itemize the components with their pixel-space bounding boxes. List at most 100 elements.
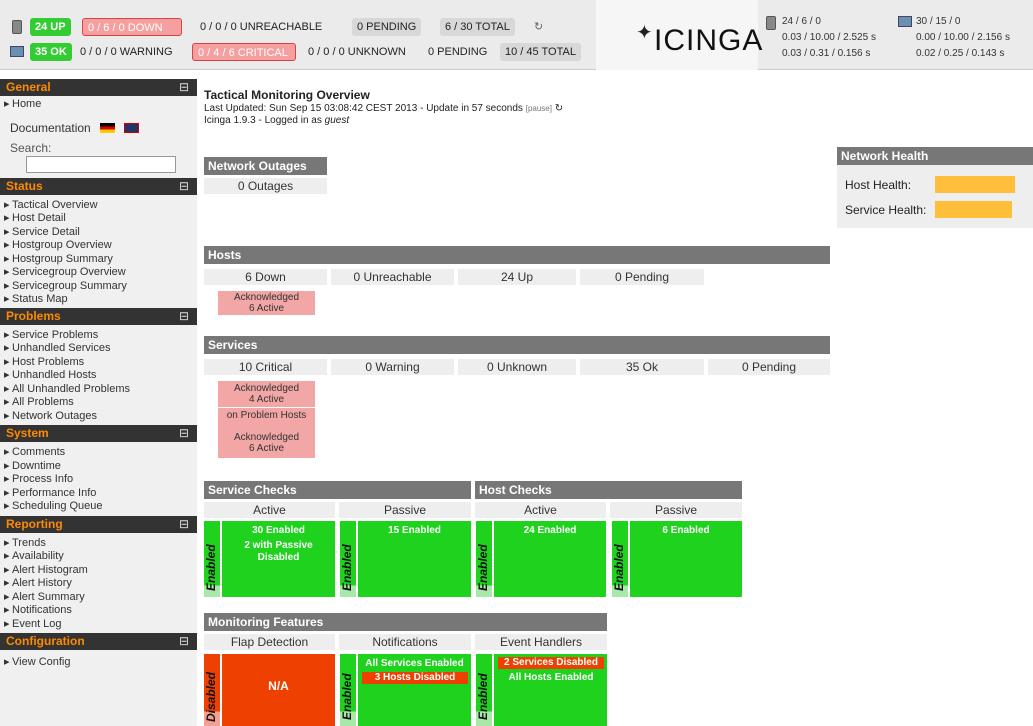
collapse-icon[interactable]: ⊟ xyxy=(179,178,189,195)
nav-tactical-overview[interactable]: Tactical Overview xyxy=(0,199,197,213)
icinga-logo[interactable]: ✦ ICINGA xyxy=(596,0,762,70)
nav-status-map[interactable]: Status Map xyxy=(0,293,197,307)
host-active-enabled[interactable]: 24 Enabled xyxy=(494,521,606,597)
host-latency: 0.03 / 10.00 / 2.525 s xyxy=(782,32,876,43)
host-perf-counts: 24 / 6 / 0 xyxy=(782,16,821,27)
section-status[interactable]: Status ⊟ xyxy=(0,177,197,195)
nav-process-info[interactable]: Process Info xyxy=(0,473,197,487)
services-critical[interactable]: 10 Critical xyxy=(204,359,327,375)
nav-view-config[interactable]: View Config xyxy=(0,656,197,670)
service-perf-icon xyxy=(898,16,912,27)
host-passive-enabled[interactable]: 6 Enabled xyxy=(630,521,742,597)
nav-network-outages[interactable]: Network Outages xyxy=(0,410,197,424)
services-on-problem-hosts[interactable]: on Problem Hosts Acknowledged 6 Active xyxy=(218,408,315,458)
nav-service-problems[interactable]: Service Problems xyxy=(0,329,197,343)
hosts-header: Hosts xyxy=(204,246,830,264)
nav-host-detail[interactable]: Host Detail xyxy=(0,212,197,226)
collapse-icon[interactable]: ⊟ xyxy=(179,308,189,325)
svc-active-enabled[interactable]: 30 Enabled 2 with Passive Disabled xyxy=(222,521,335,597)
nav-scheduling-queue[interactable]: Scheduling Queue xyxy=(0,500,197,514)
pause-link[interactable]: [pause] xyxy=(526,104,552,113)
page-title: Tactical Monitoring Overview xyxy=(204,88,370,102)
notif-enabled-tab: Enabled xyxy=(340,654,356,726)
nav-performance-info[interactable]: Performance Info xyxy=(0,487,197,501)
logo-star-icon: ✦ xyxy=(636,22,653,44)
handlers-enabled-tab: Enabled xyxy=(476,654,492,726)
hosts-unreachable[interactable]: 0 Unreachable xyxy=(331,269,454,285)
host-active-enabled-tab: Enabled xyxy=(476,521,492,597)
network-health-header: Network Health xyxy=(837,147,1033,165)
services-ok[interactable]: 35 Ok xyxy=(580,359,704,375)
collapse-icon[interactable]: ⊟ xyxy=(179,633,189,650)
nav-event-log[interactable]: Event Log xyxy=(0,618,197,632)
notif-hosts-disabled[interactable]: 3 Hosts Disabled xyxy=(362,672,468,684)
services-unknown[interactable]: 0 / 0 / 0 UNKNOWN xyxy=(304,43,410,61)
nav-all-unhandled-problems[interactable]: All Unhandled Problems xyxy=(0,383,197,397)
nav-servicegroup-overview[interactable]: Servicegroup Overview xyxy=(0,266,197,280)
notif-all-services-enabled[interactable]: All Services Enabled xyxy=(360,658,469,670)
hosts-up[interactable]: 24 Up xyxy=(458,269,576,285)
section-reporting[interactable]: Reporting ⊟ xyxy=(0,515,197,533)
section-general[interactable]: General ⊟ xyxy=(0,79,197,96)
german-flag-icon[interactable] xyxy=(100,123,116,134)
section-system[interactable]: System ⊟ xyxy=(0,425,197,442)
handlers-services-disabled[interactable]: 2 Services Disabled xyxy=(498,657,604,669)
hosts-pending[interactable]: 0 PENDING xyxy=(352,18,422,36)
services-acknowledged[interactable]: Acknowledged 4 Active xyxy=(218,381,315,407)
collapse-icon[interactable]: ⊟ xyxy=(179,425,189,442)
services-ok-badge[interactable]: 35 OK xyxy=(30,43,72,61)
nav-documentation[interactable]: Documentation xyxy=(0,118,197,138)
nav-host-problems[interactable]: Host Problems xyxy=(0,356,197,370)
host-exec-time: 0.03 / 0.31 / 0.156 s xyxy=(782,48,871,59)
nav-alert-history[interactable]: Alert History xyxy=(0,577,197,591)
section-problems[interactable]: Problems ⊟ xyxy=(0,307,197,325)
nav-unhandled-services[interactable]: Unhandled Services xyxy=(0,342,197,356)
hosts-down-badge[interactable]: 0 / 6 / 0 DOWN xyxy=(82,18,182,36)
event-handlers-label: Event Handlers xyxy=(475,634,607,650)
nav-hostgroup-overview[interactable]: Hostgroup Overview xyxy=(0,239,197,253)
nav-all-problems[interactable]: All Problems xyxy=(0,396,197,410)
refresh-icon[interactable]: ↻ xyxy=(555,103,563,114)
hosts-acknowledged[interactable]: Acknowledged 6 Active xyxy=(218,291,315,315)
hosts-unreachable[interactable]: 0 / 0 / 0 UNREACHABLE xyxy=(196,18,326,36)
nav-unhandled-hosts[interactable]: Unhandled Hosts xyxy=(0,369,197,383)
version-info: Icinga 1.9.3 - Logged in as guest xyxy=(204,115,350,126)
collapse-icon[interactable]: ⊟ xyxy=(179,79,189,96)
hosts-up-badge[interactable]: 24 UP xyxy=(30,18,71,36)
svc-passive-enabled-tab: Enabled xyxy=(340,521,356,597)
nav-downtime[interactable]: Downtime xyxy=(0,460,197,474)
nav-home[interactable]: Home xyxy=(0,98,197,112)
nav-hostgroup-summary[interactable]: Hostgroup Summary xyxy=(0,253,197,267)
nav-availability[interactable]: Availability xyxy=(0,550,197,564)
hosts-pending[interactable]: 0 Pending xyxy=(580,269,704,285)
services-critical-badge[interactable]: 0 / 4 / 6 CRITICAL xyxy=(192,43,296,61)
hosts-down[interactable]: 6 Down xyxy=(204,269,327,285)
services-pending[interactable]: 0 Pending xyxy=(708,359,830,375)
search-input[interactable] xyxy=(26,155,176,173)
services-header: Services xyxy=(204,336,830,354)
nav-alert-histogram[interactable]: Alert Histogram xyxy=(0,564,197,578)
flap-detection-na[interactable]: N/A xyxy=(222,654,335,726)
handlers-all-hosts-enabled[interactable]: All Hosts Enabled xyxy=(498,672,604,684)
nav-trends[interactable]: Trends xyxy=(0,537,197,551)
services-pending[interactable]: 0 PENDING xyxy=(424,43,491,61)
services-unknown[interactable]: 0 Unknown xyxy=(458,359,576,375)
refresh-icon[interactable]: ↻ xyxy=(530,18,547,36)
nav-servicegroup-summary[interactable]: Servicegroup Summary xyxy=(0,280,197,294)
outages-value[interactable]: 0 Outages xyxy=(204,178,327,194)
nav-service-detail[interactable]: Service Detail xyxy=(0,226,197,240)
services-total[interactable]: 10 / 45 TOTAL xyxy=(500,43,581,61)
nav-alert-summary[interactable]: Alert Summary xyxy=(0,591,197,605)
monitoring-features-header: Monitoring Features xyxy=(204,613,607,631)
services-warning[interactable]: 0 / 0 / 0 WARNING xyxy=(76,43,177,61)
uk-flag-icon[interactable] xyxy=(124,123,140,134)
notifications-label: Notifications xyxy=(339,634,471,650)
section-configuration[interactable]: Configuration ⊟ xyxy=(0,633,197,650)
svc-passive-enabled[interactable]: 15 Enabled xyxy=(358,521,471,597)
services-warning[interactable]: 0 Warning xyxy=(331,359,454,375)
host-passive-enabled-tab: Enabled xyxy=(612,521,628,597)
nav-notifications[interactable]: Notifications xyxy=(0,604,197,618)
hosts-total[interactable]: 6 / 30 TOTAL xyxy=(440,18,515,36)
nav-comments[interactable]: Comments xyxy=(0,446,197,460)
collapse-icon[interactable]: ⊟ xyxy=(179,516,189,533)
